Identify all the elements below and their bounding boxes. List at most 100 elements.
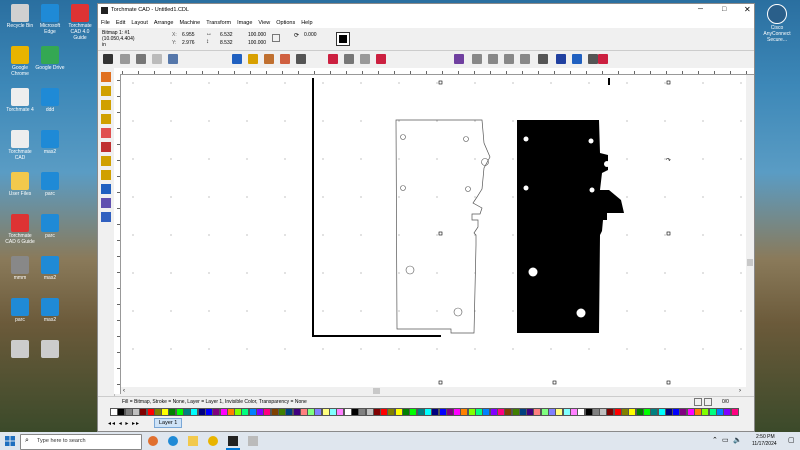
windows-start-icon[interactable]: [5, 436, 15, 446]
color-well[interactable]: [336, 32, 350, 46]
toolbar-button[interactable]: [376, 54, 386, 64]
tool-button[interactable]: [101, 72, 111, 82]
desktop-icon[interactable]: Torchmate 4: [4, 88, 36, 113]
toolbar-button[interactable]: [504, 54, 514, 64]
desktop-icon[interactable]: mmm: [4, 256, 36, 281]
toolbar-button[interactable]: [136, 54, 146, 64]
close-button[interactable]: ✕: [744, 5, 751, 14]
y-field[interactable]: 2.976: [182, 40, 195, 46]
menu-item[interactable]: Options: [273, 18, 298, 28]
x-field[interactable]: 6.955: [182, 32, 195, 38]
scale-y-field[interactable]: 100.000: [248, 40, 266, 46]
tool-button[interactable]: [101, 184, 111, 194]
menu-item[interactable]: Transform: [203, 18, 234, 28]
notification-icon[interactable]: ▢: [788, 436, 795, 444]
layer-nav-icon[interactable]: ◂◂ ◂ ▸ ▸▸: [108, 420, 140, 427]
desktop-icon[interactable]: Google Chrome: [4, 46, 36, 77]
scroll-right-icon[interactable]: ›: [739, 388, 741, 394]
desktop-icon-cisco[interactable]: Cisco AnyConnect Secure...: [761, 4, 793, 43]
edge-taskbar-icon[interactable]: [168, 436, 178, 446]
print-icon[interactable]: [694, 398, 702, 406]
toolbar-button[interactable]: [264, 54, 274, 64]
desktop-icon[interactable]: User Files: [4, 172, 36, 197]
tool-button[interactable]: [101, 212, 111, 222]
tray-chevron-icon[interactable]: ⌃: [712, 436, 718, 444]
tool-button[interactable]: [101, 114, 111, 124]
clock-date[interactable]: 11/17/2024: [752, 441, 777, 447]
toolbar-button[interactable]: [328, 54, 338, 64]
tool-button[interactable]: [101, 198, 111, 208]
toolbar-button[interactable]: [488, 54, 498, 64]
tool-button[interactable]: [101, 156, 111, 166]
toolbar-button[interactable]: [360, 54, 370, 64]
menu-item[interactable]: Arrange: [151, 18, 177, 28]
chrome-taskbar-icon[interactable]: [208, 436, 218, 446]
height-field[interactable]: 8.532: [220, 40, 233, 46]
toolbar-button[interactable]: [232, 54, 242, 64]
volume-icon[interactable]: 🔈: [733, 436, 742, 444]
toolbar-button[interactable]: [103, 54, 113, 64]
minimize-button[interactable]: ─: [698, 6, 703, 13]
desktop-icon[interactable]: Torchmate CAD 6 Guide: [4, 214, 36, 245]
file-explorer-icon[interactable]: [188, 436, 198, 446]
toolbar-button[interactable]: [520, 54, 530, 64]
desktop-icon[interactable]: ddd: [34, 88, 66, 113]
toolbar-button[interactable]: [152, 54, 162, 64]
layer-tab[interactable]: Layer 1: [154, 418, 183, 428]
toolbar-button[interactable]: [598, 54, 608, 64]
menu-item[interactable]: File: [98, 18, 113, 28]
tool-button[interactable]: [101, 100, 111, 110]
menu-item[interactable]: Machine: [176, 18, 203, 28]
toolbar-button[interactable]: [280, 54, 290, 64]
tool-button[interactable]: [101, 86, 111, 96]
scale-x-field[interactable]: 100.000: [248, 32, 266, 38]
desktop-icon[interactable]: mas2: [34, 298, 66, 323]
lock-ratio-icon[interactable]: [272, 34, 280, 42]
desktop-icon[interactable]: Torchmate CAD: [4, 130, 36, 161]
torchmate-taskbar-icon[interactable]: [228, 436, 238, 446]
desktop-icon[interactable]: parc: [34, 214, 66, 239]
toolbar-button[interactable]: [472, 54, 482, 64]
toolbar-button[interactable]: [572, 54, 582, 64]
horizontal-scrollbar[interactable]: ‹ ›: [121, 387, 746, 395]
vertical-scrollbar[interactable]: [746, 75, 754, 387]
clock-time[interactable]: 2:50 PM: [756, 434, 775, 440]
menu-item[interactable]: View: [255, 18, 273, 28]
toolbar-button[interactable]: [248, 54, 258, 64]
toolbar-button[interactable]: [344, 54, 354, 64]
taskbar-app-icon[interactable]: [248, 436, 258, 446]
drawing-canvas[interactable]: ↷: [121, 75, 746, 387]
menu-item[interactable]: Edit: [113, 18, 128, 28]
toolbar-button[interactable]: [296, 54, 306, 64]
horizontal-scroll-thumb[interactable]: [373, 388, 380, 394]
width-field[interactable]: 6.532: [220, 32, 233, 38]
desktop-icon[interactable]: Torchmate CAD 4.0 Guide: [64, 4, 96, 41]
tool-button[interactable]: [101, 142, 111, 152]
desktop-icon[interactable]: Microsoft Edge: [34, 4, 66, 35]
desktop-icon[interactable]: [4, 340, 36, 359]
maximize-button[interactable]: □: [722, 6, 726, 13]
title-bar[interactable]: Torchmate CAD - Untitled1.CDL ─ □ ✕: [98, 4, 754, 18]
page-icon[interactable]: [704, 398, 712, 406]
toolbar-button[interactable]: [168, 54, 178, 64]
menu-item[interactable]: Help: [298, 18, 315, 28]
menu-item[interactable]: Image: [234, 18, 255, 28]
desktop-icon[interactable]: parc: [34, 172, 66, 197]
toolbar-button[interactable]: [120, 54, 130, 64]
desktop-icon[interactable]: mas2: [34, 130, 66, 155]
color-swatch[interactable]: [730, 408, 739, 416]
taskbar-search-box[interactable]: ⌕ Type here to search: [20, 434, 142, 450]
rotation-field[interactable]: 0.000: [304, 32, 317, 38]
desktop-icon[interactable]: parc: [4, 298, 36, 323]
toolbar-button[interactable]: [538, 54, 548, 64]
tool-button[interactable]: [101, 128, 111, 138]
toolbar-button[interactable]: [556, 54, 566, 64]
toolbar-button[interactable]: [454, 54, 464, 64]
desktop-icon[interactable]: Google Drive: [34, 46, 66, 71]
desktop-icon[interactable]: Recycle Bin: [4, 4, 36, 29]
tool-button[interactable]: [101, 170, 111, 180]
toolbar-button[interactable]: [588, 54, 598, 64]
menu-item[interactable]: Layout: [128, 18, 151, 28]
desktop-icon[interactable]: [34, 340, 66, 359]
desktop-icon[interactable]: mas2: [34, 256, 66, 281]
